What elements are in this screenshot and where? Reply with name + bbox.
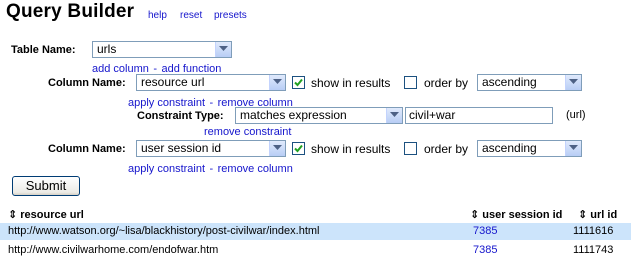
- resource-url-cell: http://www.watson.org/~lisa/blackhistory…: [8, 225, 320, 237]
- submit-button[interactable]: Submit: [12, 176, 80, 196]
- constraint-type-value: matches expression: [240, 108, 347, 122]
- user-session-id-link[interactable]: 7385: [473, 244, 497, 256]
- column-name-value: resource url: [141, 75, 205, 89]
- apply-constraint-link[interactable]: apply constraint: [128, 163, 205, 175]
- order-direction-select[interactable]: ascending: [477, 74, 582, 91]
- column-header-label: resource url: [20, 209, 84, 221]
- show-in-results-label: show in results: [311, 142, 391, 156]
- show-in-results-checkbox[interactable]: [292, 142, 305, 155]
- show-in-results-label: show in results: [311, 76, 391, 90]
- column-name-value: user session id: [141, 141, 222, 155]
- help-link[interactable]: help: [148, 10, 167, 21]
- sort-icon: ⇕: [470, 209, 480, 221]
- order-by-checkbox[interactable]: [404, 142, 417, 155]
- url-id-cell: 1111616: [573, 225, 614, 237]
- column-header-url-id[interactable]: ⇕ url id: [578, 208, 617, 221]
- remove-column-link[interactable]: remove column: [218, 163, 293, 175]
- link-separator: -: [209, 163, 214, 175]
- remove-constraint-link[interactable]: remove constraint: [204, 126, 291, 138]
- column-header-user-session-id[interactable]: ⇕ user session id: [470, 208, 562, 221]
- chevron-down-icon: [215, 42, 231, 57]
- order-by-label: order by: [424, 76, 469, 90]
- sort-icon: ⇕: [8, 209, 18, 221]
- constraint-type-label: Constraint Type:: [137, 110, 224, 122]
- table-name-value: urls: [97, 42, 117, 56]
- order-direction-value: ascending: [482, 141, 537, 155]
- column-name-label: Column Name:: [48, 77, 126, 89]
- column-name-label: Column Name:: [48, 143, 126, 155]
- column-name-select[interactable]: resource url: [136, 74, 286, 91]
- link-separator: -: [209, 97, 214, 109]
- chevron-down-icon: [269, 141, 285, 156]
- checkmark-icon: [294, 144, 303, 153]
- chevron-down-icon: [386, 108, 402, 123]
- table-name-label: Table Name:: [11, 44, 76, 56]
- url-id-cell: 1111743: [573, 244, 614, 256]
- checkmark-icon: [294, 78, 303, 87]
- constraint-unit-label: (url): [566, 109, 586, 121]
- column-header-label: url id: [590, 209, 618, 221]
- user-session-id-link[interactable]: 7385: [473, 225, 497, 237]
- chevron-down-icon: [269, 75, 285, 90]
- table-row[interactable]: http://www.watson.org/~lisa/blackhistory…: [0, 223, 631, 240]
- table-row[interactable]: http://www.civilwarhome.com/endofwar.htm…: [0, 242, 631, 259]
- order-by-label: order by: [424, 142, 469, 156]
- constraint-value-input[interactable]: civil+war: [405, 107, 553, 124]
- constraint-type-select[interactable]: matches expression: [235, 107, 403, 124]
- chevron-down-icon: [565, 141, 581, 156]
- column-header-label: user session id: [482, 209, 563, 221]
- table-name-select[interactable]: urls: [92, 41, 232, 58]
- presets-link[interactable]: presets: [214, 10, 247, 21]
- column-name-select[interactable]: user session id: [136, 140, 286, 157]
- order-by-checkbox[interactable]: [404, 76, 417, 89]
- order-direction-value: ascending: [482, 75, 537, 89]
- apply-constraint-link[interactable]: apply constraint: [128, 97, 205, 109]
- resource-url-cell: http://www.civilwarhome.com/endofwar.htm: [8, 244, 219, 256]
- sort-icon: ⇕: [578, 209, 588, 221]
- column-header-resource-url[interactable]: ⇕ resource url: [8, 208, 84, 221]
- show-in-results-checkbox[interactable]: [292, 76, 305, 89]
- reset-link[interactable]: reset: [180, 10, 202, 21]
- order-direction-select[interactable]: ascending: [477, 140, 582, 157]
- chevron-down-icon: [565, 75, 581, 90]
- page-title: Query Builder: [6, 1, 135, 22]
